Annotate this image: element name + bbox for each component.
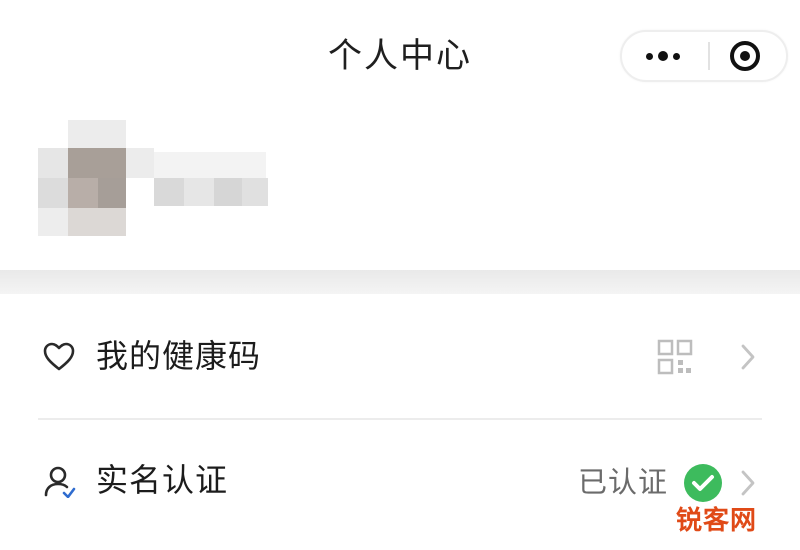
avatar-pixel [38,148,68,178]
target-close-icon[interactable] [730,41,760,71]
username [154,152,266,178]
miniapp-capsule [620,30,788,82]
avatar-pixel [38,208,68,236]
avatar-pixel [38,178,68,208]
chevron-right-icon [741,344,755,370]
nav-bar: 个人中心 [0,0,800,110]
section-separator [0,270,800,294]
avatar-pixel [68,208,126,236]
check-circle-icon [684,464,722,502]
heart-icon [43,342,75,371]
username-pixel [184,178,214,206]
personal-center-page: 个人中心 我的健康码 实名认证 已认证 锐客网 [0,0,800,550]
avatar-pixel [126,148,154,178]
username-pixel [214,178,242,206]
username-pixel [242,178,268,206]
chevron-right-icon [741,470,755,496]
avatar-pixel [68,178,98,208]
qr-code-icon [657,339,693,375]
menu-item-health-code[interactable]: 我的健康码 [0,298,800,418]
more-dots-icon[interactable] [622,32,704,80]
avatar [68,120,126,148]
profile-header[interactable] [38,120,278,240]
user-icon [44,466,76,498]
avatar-pixel [68,148,126,178]
capsule-divider [708,42,710,70]
menu-item-label: 实名认证 [96,461,229,499]
watermark-logo: 锐客网 [676,506,758,536]
avatar-pixel [98,178,126,208]
row-divider [38,418,762,420]
verification-status: 已认证 [578,465,669,499]
username-pixel [154,178,184,206]
menu-item-label: 我的健康码 [96,337,262,375]
